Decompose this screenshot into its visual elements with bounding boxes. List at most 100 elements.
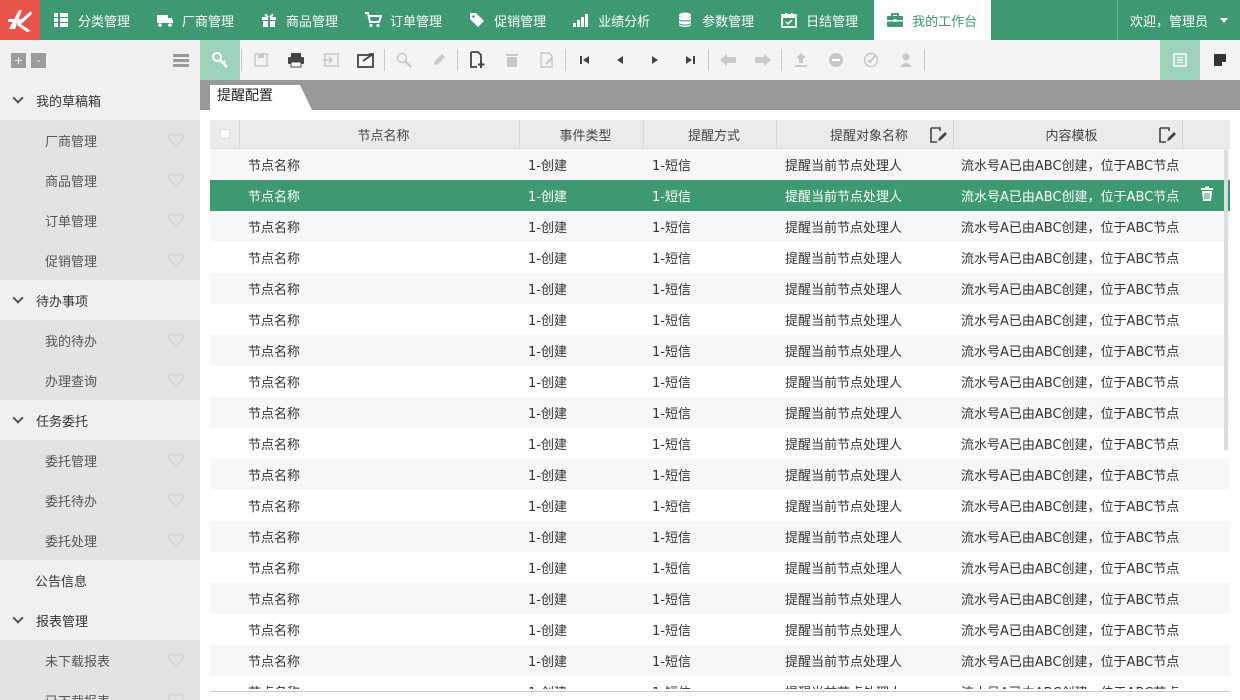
last-page-button[interactable]	[672, 40, 707, 80]
list-view-button[interactable]	[1160, 40, 1200, 80]
modify-button[interactable]	[529, 40, 564, 80]
nav-item-1[interactable]: 分类管理	[40, 0, 144, 40]
heart-icon[interactable]	[168, 253, 184, 271]
heart-icon[interactable]	[168, 653, 184, 671]
table-cell: 流水号A已由ABC创建，位于ABC节点	[961, 376, 1180, 391]
nav-item-9[interactable]: 我的工作台	[874, 0, 992, 40]
column-header[interactable]: 节点名称	[240, 120, 520, 149]
table-row[interactable]: 节点名称1-创建1-短信提醒当前节点处理人流水号A已由ABC创建，位于ABC节点	[210, 459, 1230, 490]
sidebar-item[interactable]: 订单管理	[0, 200, 200, 240]
nav-item-2[interactable]: 厂商管理	[144, 0, 248, 40]
trash-icon[interactable]	[1200, 186, 1214, 206]
column-header[interactable]: 提醒对象名称	[777, 120, 954, 149]
table-row[interactable]: 节点名称1-创建1-短信提醒当前节点处理人流水号A已由ABC创建，位于ABC节点	[210, 180, 1230, 211]
table-row[interactable]: 节点名称1-创建1-短信提醒当前节点处理人流水号A已由ABC创建，位于ABC节点	[210, 614, 1230, 645]
sidebar-group[interactable]: 我的草稿箱	[0, 80, 200, 120]
table-row[interactable]: 节点名称1-创建1-短信提醒当前节点处理人流水号A已由ABC创建，位于ABC节点	[210, 490, 1230, 521]
table-row[interactable]: 节点名称1-创建1-短信提醒当前节点处理人流水号A已由ABC创建，位于ABC节点	[210, 676, 1230, 689]
next-page-button[interactable]	[637, 40, 672, 80]
tab-reminder-config[interactable]: 提醒配置	[210, 85, 312, 110]
table-row[interactable]: 节点名称1-创建1-短信提醒当前节点处理人流水号A已由ABC创建，位于ABC节点	[210, 428, 1230, 459]
table-row[interactable]: 节点名称1-创建1-短信提醒当前节点处理人流水号A已由ABC创建，位于ABC节点	[210, 211, 1230, 242]
heart-icon[interactable]	[168, 333, 184, 351]
import-icon	[322, 53, 339, 67]
table-row[interactable]: 节点名称1-创建1-短信提醒当前节点处理人流水号A已由ABC创建，位于ABC节点	[210, 304, 1230, 335]
table-row[interactable]: 节点名称1-创建1-短信提醒当前节点处理人流水号A已由ABC创建，位于ABC节点	[210, 242, 1230, 273]
collapse-all-icon[interactable]: -	[31, 52, 46, 68]
save-button[interactable]	[243, 40, 278, 80]
table-row[interactable]: 节点名称1-创建1-短信提醒当前节点处理人流水号A已由ABC创建，位于ABC节点	[210, 335, 1230, 366]
sidebar-group-label: 任务委托	[36, 414, 89, 430]
table-row[interactable]: 节点名称1-创建1-短信提醒当前节点处理人流水号A已由ABC创建，位于ABC节点	[210, 645, 1230, 676]
sidebar-group[interactable]: 待办事项	[0, 280, 200, 320]
select-all-checkbox[interactable]	[219, 129, 230, 139]
approve-button[interactable]	[853, 40, 888, 80]
sidebar-item[interactable]: 委托处理	[0, 520, 200, 560]
edit-column-icon[interactable]	[929, 126, 947, 144]
table-row[interactable]: 节点名称1-创建1-短信提醒当前节点处理人流水号A已由ABC创建，位于ABC节点	[210, 366, 1230, 397]
next-icon	[651, 56, 658, 64]
prev-page-button[interactable]	[602, 40, 637, 80]
nav-item-5[interactable]: 促销管理	[456, 0, 560, 40]
sidebar-item[interactable]: 办理查询	[0, 360, 200, 400]
nav-item-6[interactable]: 业绩分析	[560, 0, 664, 40]
edit-column-icon[interactable]	[1158, 126, 1176, 144]
sidebar-item[interactable]: 厂商管理	[0, 120, 200, 160]
sidebar-group[interactable]: 任务委托	[0, 400, 200, 440]
add-button[interactable]	[459, 40, 494, 80]
import-button[interactable]	[313, 40, 348, 80]
zoom-button[interactable]	[386, 40, 421, 80]
column-header[interactable]: 事件类型	[520, 120, 644, 149]
sidebar-item[interactable]: 已下载报表	[0, 680, 200, 700]
form-view-button[interactable]	[1200, 40, 1240, 80]
heart-icon[interactable]	[168, 373, 184, 391]
table-cell: 提醒当前节点处理人	[785, 283, 903, 298]
heart-icon[interactable]	[168, 213, 184, 231]
sidebar-item[interactable]: 商品管理	[0, 160, 200, 200]
search-button[interactable]	[200, 40, 240, 80]
table-row[interactable]: 节点名称1-创建1-短信提醒当前节点处理人流水号A已由ABC创建，位于ABC节点	[210, 583, 1230, 614]
sidebar-tools: + -	[0, 40, 200, 80]
heart-icon[interactable]	[168, 493, 184, 511]
sidebar-group[interactable]: 公告信息	[0, 560, 200, 600]
nav-item-4[interactable]: 订单管理	[352, 0, 456, 40]
table-row[interactable]: 节点名称1-创建1-短信提醒当前节点处理人流水号A已由ABC创建，位于ABC节点	[210, 273, 1230, 304]
heart-icon[interactable]	[168, 133, 184, 151]
nav-item-3[interactable]: 商品管理	[248, 0, 352, 40]
table-row[interactable]: 节点名称1-创建1-短信提醒当前节点处理人流水号A已由ABC创建，位于ABC节点	[210, 521, 1230, 552]
sidebar-item[interactable]: 促销管理	[0, 240, 200, 280]
disable-button[interactable]	[818, 40, 853, 80]
back-button[interactable]	[710, 40, 745, 80]
column-header[interactable]: 内容模板	[954, 120, 1183, 149]
logo[interactable]	[0, 0, 40, 40]
scrollbar[interactable]	[1224, 150, 1228, 450]
forward-button[interactable]	[745, 40, 780, 80]
user-menu[interactable]: 欢迎，管理员	[1116, 0, 1240, 40]
heart-icon[interactable]	[168, 173, 184, 191]
sidebar-group[interactable]: 报表管理	[0, 600, 200, 640]
column-header[interactable]: 提醒方式	[644, 120, 777, 149]
sidebar-item[interactable]: 委托管理	[0, 440, 200, 480]
table-row[interactable]: 节点名称1-创建1-短信提醒当前节点处理人流水号A已由ABC创建，位于ABC节点	[210, 397, 1230, 428]
sidebar-item[interactable]: 我的待办	[0, 320, 200, 360]
heart-icon[interactable]	[168, 693, 184, 700]
assign-button[interactable]	[888, 40, 923, 80]
arrow-left-icon	[719, 54, 736, 66]
sidebar-item[interactable]: 委托待办	[0, 480, 200, 520]
print-button[interactable]	[278, 40, 313, 80]
expand-all-icon[interactable]: +	[11, 52, 26, 68]
table-row[interactable]: 节点名称1-创建1-短信提醒当前节点处理人流水号A已由ABC创建，位于ABC节点	[210, 149, 1230, 180]
delete-button[interactable]	[494, 40, 529, 80]
edit-button[interactable]	[421, 40, 456, 80]
table-row[interactable]: 节点名称1-创建1-短信提醒当前节点处理人流水号A已由ABC创建，位于ABC节点	[210, 552, 1230, 583]
chevron-down-icon	[12, 612, 24, 624]
heart-icon[interactable]	[168, 533, 184, 551]
nav-item-8[interactable]: 日结管理	[768, 0, 872, 40]
heart-icon[interactable]	[168, 453, 184, 471]
sidebar-item[interactable]: 未下载报表	[0, 640, 200, 680]
nav-item-7[interactable]: 参数管理	[664, 0, 768, 40]
export-button[interactable]	[348, 40, 383, 80]
menu-icon[interactable]	[173, 52, 189, 69]
first-page-button[interactable]	[567, 40, 602, 80]
upload-button[interactable]	[783, 40, 818, 80]
